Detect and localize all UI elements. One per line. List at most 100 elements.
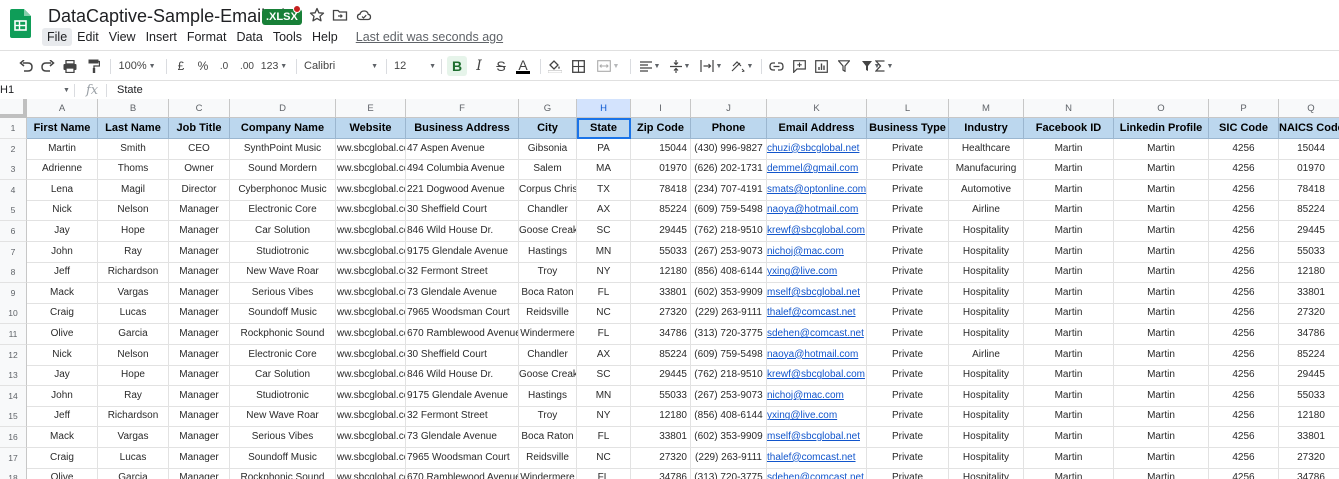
table-cell[interactable]: Martin — [1114, 427, 1209, 448]
row-header[interactable]: 17 — [0, 447, 27, 469]
table-cell[interactable]: Hope — [98, 221, 169, 242]
select-all-corner[interactable] — [0, 99, 27, 118]
table-cell[interactable]: 12180 — [1279, 406, 1339, 428]
row-header[interactable]: 16 — [0, 427, 27, 448]
table-cell[interactable]: (856) 408-6144 — [691, 262, 767, 284]
formula-input[interactable]: State — [117, 81, 143, 100]
table-cell[interactable]: Martin — [1024, 179, 1114, 201]
table-cell[interactable]: sdehen@comcast.net — [767, 468, 867, 479]
table-cell[interactable]: Private — [867, 221, 949, 242]
table-cell[interactable]: 55033 — [631, 385, 691, 407]
font-family-select[interactable]: Calibri ▼ — [304, 51, 378, 81]
table-cell[interactable]: 4256 — [1209, 200, 1279, 222]
table-cell[interactable]: Private — [867, 138, 949, 160]
column-header-l[interactable]: L — [867, 99, 949, 118]
table-cell[interactable]: 4256 — [1209, 159, 1279, 181]
table-cell[interactable]: Martin — [1114, 385, 1209, 407]
table-cell[interactable]: Manufacuring — [949, 159, 1024, 181]
table-cell[interactable]: Olive — [27, 468, 98, 479]
table-cell[interactable]: Martin — [1114, 282, 1209, 304]
print-icon[interactable] — [62, 51, 78, 81]
table-cell[interactable]: NY — [577, 262, 631, 284]
table-cell[interactable]: yxing@live.com — [767, 262, 867, 284]
table-cell[interactable]: Rockphonic Sound — [230, 324, 336, 345]
table-cell[interactable]: Private — [867, 385, 949, 407]
table-cell[interactable]: Hospitality — [949, 447, 1024, 469]
text-rotation-icon[interactable]: ▼ — [729, 51, 755, 81]
table-cell[interactable]: nichoj@mac.com — [767, 385, 867, 407]
table-cell[interactable]: 4256 — [1209, 262, 1279, 284]
table-cell[interactable]: 32 Fermont Street — [406, 262, 519, 284]
filter-icon[interactable] — [836, 51, 852, 81]
font-size-select[interactable]: 12 ▼ — [394, 51, 436, 81]
table-cell[interactable]: ww.sbcglobal.co — [336, 324, 406, 345]
table-cell[interactable]: Manager — [169, 221, 230, 242]
table-cell[interactable]: ww.sbcglobal.co — [336, 262, 406, 284]
table-cell[interactable]: AX — [577, 200, 631, 222]
row-header[interactable]: 11 — [0, 324, 27, 345]
table-cell[interactable]: Martin — [1024, 365, 1114, 387]
table-cell[interactable]: Manager — [169, 200, 230, 222]
table-cell[interactable]: Reidsville — [519, 447, 577, 469]
table-cell[interactable]: John — [27, 241, 98, 263]
table-cell[interactable]: ww.sbcglobal.co — [336, 303, 406, 325]
table-cell[interactable]: Salem — [519, 159, 577, 181]
header-cell[interactable]: NAICS Code — [1279, 118, 1339, 139]
table-cell[interactable]: Hospitality — [949, 221, 1024, 242]
table-cell[interactable]: (313) 720-3775 — [691, 324, 767, 345]
table-cell[interactable]: CEO — [169, 138, 230, 160]
table-cell[interactable]: AX — [577, 344, 631, 366]
table-cell[interactable]: (234) 707-4191 — [691, 179, 767, 201]
column-header-j[interactable]: J — [691, 99, 767, 118]
row-header[interactable]: 7 — [0, 241, 27, 263]
table-cell[interactable]: 78418 — [631, 179, 691, 201]
table-cell[interactable]: Owner — [169, 159, 230, 181]
table-cell[interactable]: Windermere — [519, 468, 577, 479]
table-cell[interactable]: Manager — [169, 344, 230, 366]
table-cell[interactable]: 4256 — [1209, 427, 1279, 448]
table-cell[interactable]: (430) 996-9827 — [691, 138, 767, 160]
column-header-k[interactable]: K — [767, 99, 867, 118]
table-cell[interactable]: 7965 Woodsman Court — [406, 303, 519, 325]
table-cell[interactable]: 85224 — [1279, 345, 1339, 366]
fill-color-icon[interactable] — [547, 51, 563, 81]
table-cell[interactable]: Airline — [949, 344, 1024, 366]
table-cell[interactable]: SC — [577, 221, 631, 242]
table-cell[interactable]: MN — [577, 385, 631, 407]
table-cell[interactable]: (762) 218-9510 — [691, 221, 767, 242]
table-cell[interactable]: MA — [577, 159, 631, 181]
table-cell[interactable]: Reidsville — [519, 303, 577, 325]
table-cell[interactable]: 27320 — [631, 303, 691, 325]
table-cell[interactable]: Martin — [1024, 427, 1114, 448]
table-cell[interactable]: Martin — [1114, 344, 1209, 366]
menu-data[interactable]: Data — [231, 28, 267, 46]
table-cell[interactable]: Lena — [27, 179, 98, 201]
table-cell[interactable]: Richardson — [98, 406, 169, 428]
table-cell[interactable]: Hospitality — [949, 406, 1024, 428]
table-cell[interactable]: FL — [577, 324, 631, 345]
table-cell[interactable]: Private — [867, 406, 949, 428]
table-cell[interactable]: mself@sbcglobal.net — [767, 427, 867, 448]
merge-cells-icon[interactable]: ▼ — [594, 51, 622, 81]
table-cell[interactable]: Goose Creak — [519, 365, 577, 387]
table-cell[interactable]: Chandler — [519, 200, 577, 222]
header-cell[interactable]: Industry — [949, 118, 1024, 139]
table-cell[interactable]: 73 Glendale Avenue — [406, 282, 519, 304]
table-cell[interactable]: 27320 — [1279, 448, 1339, 469]
table-cell[interactable]: Martin — [1024, 406, 1114, 428]
table-cell[interactable]: 15044 — [1279, 139, 1339, 160]
column-header-h[interactable]: H — [577, 99, 631, 118]
header-cell[interactable]: City — [519, 118, 577, 139]
table-cell[interactable]: 01970 — [1279, 159, 1339, 181]
column-header-f[interactable]: F — [406, 99, 519, 118]
borders-icon[interactable] — [571, 51, 585, 81]
table-cell[interactable]: 4256 — [1209, 282, 1279, 304]
table-cell[interactable]: Studiotronic — [230, 385, 336, 407]
table-cell[interactable]: Ray — [98, 241, 169, 263]
table-cell[interactable]: Healthcare — [949, 138, 1024, 160]
table-cell[interactable]: thalef@comcast.net — [767, 303, 867, 325]
table-cell[interactable]: Private — [867, 241, 949, 263]
table-cell[interactable]: ww.sbcglobal.co — [336, 200, 406, 222]
table-cell[interactable]: Martin — [1024, 324, 1114, 345]
table-cell[interactable]: Craig — [27, 447, 98, 469]
